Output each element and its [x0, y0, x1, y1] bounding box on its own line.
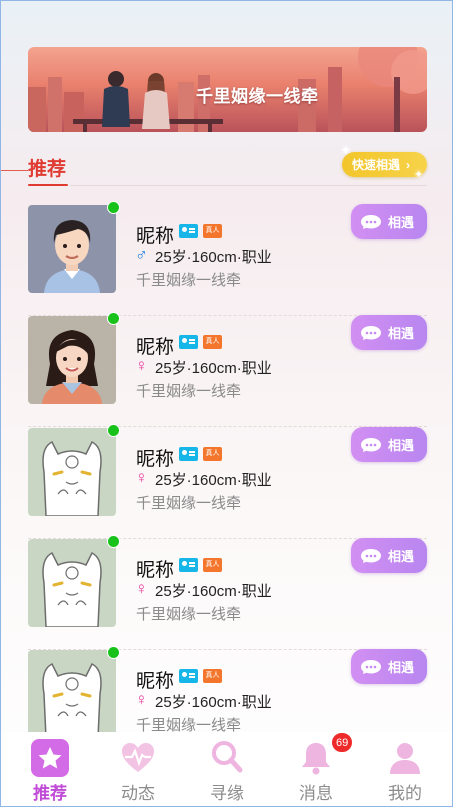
- chat-bubble-icon: [361, 548, 381, 563]
- tab-label: 消息: [299, 784, 333, 803]
- meet-button-label: 相遇: [388, 660, 415, 675]
- gender-icon: ♀: [135, 468, 148, 487]
- gender-icon: ♀: [135, 356, 148, 375]
- profile-info: 25岁·160cm·职业: [155, 360, 272, 377]
- gender-icon: ♀: [135, 579, 148, 598]
- real-person-badge: 真人: [203, 335, 222, 349]
- profile-slogan: 千里姻缘一线牵: [136, 495, 242, 512]
- avatar[interactable]: [28, 428, 116, 516]
- online-status-dot: [107, 201, 120, 214]
- profile-info: 25岁·160cm·职业: [155, 694, 272, 711]
- profile-slogan: 千里姻缘一线牵: [136, 606, 242, 623]
- quick-match-label: 快速相遇: [352, 158, 401, 172]
- meet-button[interactable]: 相遇: [351, 649, 427, 684]
- profile-name: 昵称: [136, 449, 175, 470]
- tab-discover[interactable]: 寻缘: [182, 732, 272, 807]
- online-status-dot: [107, 424, 120, 437]
- tab-label: 我的: [388, 784, 422, 803]
- search-icon: [212, 741, 243, 773]
- profile-name: 昵称: [136, 226, 175, 247]
- profile-name: 昵称: [136, 337, 175, 358]
- id-verified-icon: [179, 224, 198, 238]
- meet-button[interactable]: 相遇: [351, 315, 427, 350]
- avatar[interactable]: [28, 650, 116, 738]
- profile-slogan: 千里姻缘一线牵: [136, 383, 242, 400]
- profile-slogan: 千里姻缘一线牵: [136, 272, 242, 289]
- real-person-badge: 真人: [203, 558, 222, 572]
- message-count-badge: 69: [331, 732, 354, 753]
- profile-name: 昵称: [136, 671, 175, 692]
- profile-card[interactable]: 昵称 真人 ♀ 25岁·160cm·职业 千里姻缘一线牵 相遇: [28, 312, 427, 427]
- chat-bubble-icon: [361, 437, 381, 452]
- bell-icon: [302, 743, 330, 775]
- user-icon: [390, 743, 420, 774]
- profile-card[interactable]: 昵称 真人 ♀ 25岁·160cm·职业 千里姻缘一线牵 相遇: [28, 535, 427, 650]
- chat-bubble-icon: [361, 214, 381, 229]
- online-status-dot: [107, 312, 120, 325]
- meet-button[interactable]: 相遇: [351, 427, 427, 462]
- section-title: 推荐: [28, 159, 67, 180]
- star-icon: [31, 739, 69, 777]
- meet-button[interactable]: 相遇: [351, 538, 427, 573]
- tab-profile[interactable]: 我的: [360, 732, 450, 807]
- profile-card[interactable]: 昵称 真人 ♀ 25岁·160cm·职业 千里姻缘一线牵 相遇: [28, 424, 427, 539]
- section-decor-line: [0, 170, 28, 171]
- section-title-underline: [28, 184, 68, 186]
- real-person-badge: 真人: [203, 447, 222, 461]
- online-status-dot: [107, 535, 120, 548]
- id-verified-icon: [179, 447, 198, 461]
- avatar[interactable]: [28, 316, 116, 404]
- profile-info: 25岁·160cm·职业: [155, 583, 272, 600]
- sparkle-icon: ✦: [414, 169, 424, 181]
- gender-icon: ♀: [135, 690, 148, 709]
- tab-label: 动态: [121, 784, 155, 803]
- sparkle-icon: ✦: [340, 142, 352, 158]
- chevron-right-icon: ›: [406, 157, 411, 172]
- banner[interactable]: 千里姻缘一线牵: [28, 47, 427, 132]
- profile-info: 25岁·160cm·职业: [155, 472, 272, 489]
- tab-label: 推荐: [33, 784, 67, 803]
- heartbeat-icon: [122, 743, 154, 772]
- meet-button-label: 相遇: [388, 549, 415, 564]
- tab-messages[interactable]: 69 消息: [271, 732, 361, 807]
- avatar[interactable]: [28, 205, 116, 293]
- online-status-dot: [107, 646, 120, 659]
- tab-moments[interactable]: 动态: [93, 732, 183, 807]
- profile-card[interactable]: 昵称 真人 ♂ 25岁·160cm·职业 千里姻缘一线牵 相遇: [28, 201, 427, 316]
- profile-name: 昵称: [136, 560, 175, 581]
- tab-label: 寻缘: [210, 784, 244, 803]
- id-verified-icon: [179, 335, 198, 349]
- chat-bubble-icon: [361, 659, 381, 674]
- id-verified-icon: [179, 558, 198, 572]
- id-verified-icon: [179, 669, 198, 683]
- chat-bubble-icon: [361, 325, 381, 340]
- gender-icon: ♂: [135, 245, 148, 264]
- tab-recommend[interactable]: 推荐: [5, 732, 95, 807]
- tab-bar: 推荐 动态 寻缘 69 消息 我的: [0, 732, 453, 807]
- real-person-badge: 真人: [203, 224, 222, 238]
- banner-title: 千里姻缘一线牵: [196, 87, 319, 106]
- meet-button-label: 相遇: [388, 438, 415, 453]
- meet-button-label: 相遇: [388, 215, 415, 230]
- profile-info: 25岁·160cm·职业: [155, 249, 272, 266]
- meet-button-label: 相遇: [388, 326, 415, 341]
- avatar[interactable]: [28, 539, 116, 627]
- real-person-badge: 真人: [203, 669, 222, 683]
- section-divider: [70, 185, 427, 186]
- meet-button[interactable]: 相遇: [351, 204, 427, 239]
